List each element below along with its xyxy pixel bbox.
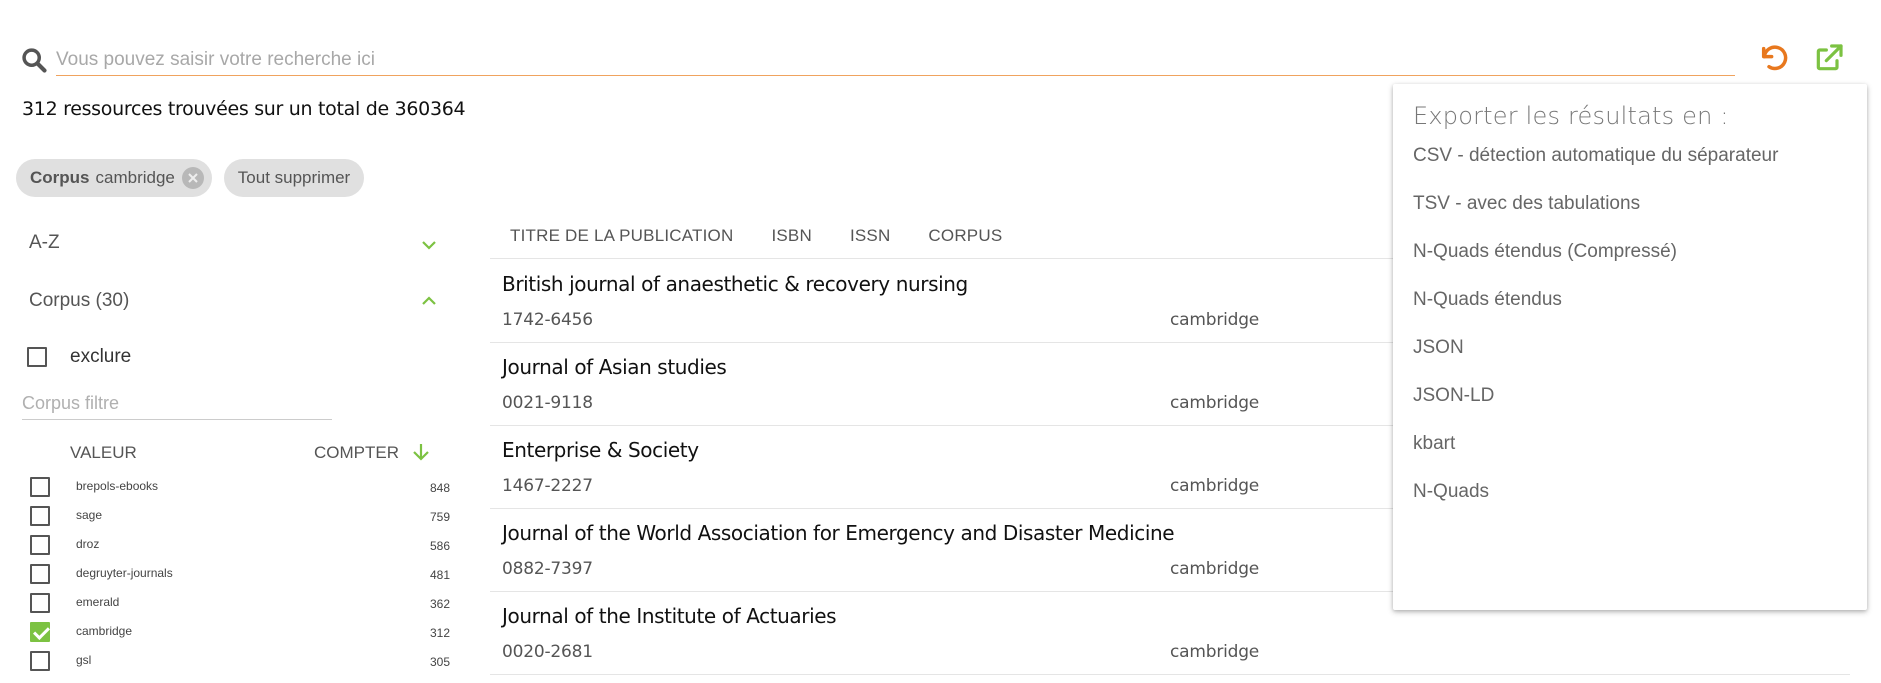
table-header: TITRE DE LA PUBLICATION ISBN ISSN CORPUS bbox=[490, 222, 1040, 258]
search-bar bbox=[20, 40, 1735, 76]
chip-value: cambridge bbox=[95, 168, 175, 187]
facet-checkbox[interactable] bbox=[30, 506, 50, 526]
row-issn: 1467-2227 bbox=[502, 476, 593, 496]
facet-checkbox[interactable] bbox=[30, 564, 50, 584]
column-header-value[interactable]: VALEUR bbox=[70, 443, 137, 463]
row-corpus: cambridge bbox=[1170, 310, 1260, 330]
chevron-down-icon[interactable] bbox=[420, 236, 438, 254]
arrow-down-icon[interactable] bbox=[410, 441, 432, 463]
facet-list: brepols-ebooks 848 sage 759 droz 586 degruyter… bbox=[30, 475, 450, 678]
facet-item-count: 848 bbox=[429, 481, 450, 495]
facet-item[interactable]: degruyter-journals 481 bbox=[30, 562, 450, 591]
exclude-label: exclure bbox=[70, 346, 132, 367]
facet-checkbox[interactable] bbox=[30, 651, 50, 671]
facet-item[interactable]: droz 586 bbox=[30, 533, 450, 562]
chevron-up-icon[interactable] bbox=[420, 292, 438, 310]
row-corpus: cambridge bbox=[1170, 642, 1260, 662]
row-issn: 0882-7397 bbox=[502, 559, 593, 579]
facet-item-name: droz bbox=[76, 537, 100, 551]
facet-item-name: brepols-ebooks bbox=[76, 479, 159, 493]
facet-item-count: 362 bbox=[429, 597, 450, 611]
row-corpus: cambridge bbox=[1170, 476, 1260, 496]
exclude-checkbox[interactable] bbox=[27, 347, 47, 367]
row-title[interactable]: Enterprise & Society bbox=[502, 438, 699, 462]
facet-item-name: sage bbox=[76, 508, 103, 522]
export-option[interactable]: CSV - détection automatique du séparateu… bbox=[1413, 145, 1778, 167]
facet-item[interactable]: gsl 305 bbox=[30, 649, 450, 678]
facet-item-name: degruyter-journals bbox=[76, 566, 173, 580]
export-dropdown: Exporter les résultats en : CSV - détect… bbox=[1393, 84, 1867, 610]
corpus-filter-input[interactable] bbox=[22, 388, 332, 420]
facet-item-count: 586 bbox=[429, 539, 450, 553]
facet-item-count: 759 bbox=[429, 510, 450, 524]
column-header[interactable]: CORPUS bbox=[928, 222, 1002, 258]
chip-key: Corpus bbox=[30, 168, 90, 187]
facet-checkbox[interactable] bbox=[30, 593, 50, 613]
facet-item-name: gsl bbox=[76, 653, 92, 667]
export-option[interactable]: JSON-LD bbox=[1413, 385, 1494, 407]
facet-checkbox[interactable] bbox=[30, 622, 50, 642]
row-title[interactable]: Journal of the World Association for Eme… bbox=[502, 521, 1175, 545]
facet-item[interactable]: cambridge 312 bbox=[30, 620, 450, 649]
export-option[interactable]: TSV - avec des tabulations bbox=[1413, 193, 1640, 215]
result-count-text: 312 ressources trouvées sur un total de … bbox=[22, 98, 466, 120]
row-title[interactable]: Journal of the Institute of Actuaries bbox=[502, 604, 837, 628]
facet-checkbox[interactable] bbox=[30, 535, 50, 555]
reset-icon[interactable] bbox=[1757, 42, 1789, 74]
facet-checkbox[interactable] bbox=[30, 477, 50, 497]
facet-item-name: cambridge bbox=[76, 624, 133, 638]
filter-chip-corpus: Corpus cambridge bbox=[16, 159, 212, 197]
row-issn: 0020-2681 bbox=[502, 642, 593, 662]
column-header[interactable]: TITRE DE LA PUBLICATION bbox=[510, 222, 733, 258]
column-header[interactable]: ISBN bbox=[771, 222, 811, 258]
row-issn: 1742-6456 bbox=[502, 310, 593, 330]
export-option[interactable]: kbart bbox=[1413, 433, 1455, 455]
clear-all-button[interactable]: Tout supprimer bbox=[224, 159, 364, 197]
result-count: 312 ressources trouvées sur un total de … bbox=[22, 96, 466, 120]
facet-item[interactable]: emerald 362 bbox=[30, 591, 450, 620]
export-option[interactable]: N-Quads étendus bbox=[1413, 289, 1562, 311]
facet-item-count: 481 bbox=[429, 568, 450, 582]
facet-item-count: 305 bbox=[429, 655, 450, 669]
export-option[interactable]: N-Quads étendus (Compressé) bbox=[1413, 241, 1677, 263]
clear-all-label: Tout supprimer bbox=[237, 168, 351, 187]
facet-item-count: 312 bbox=[429, 626, 450, 640]
search-icon bbox=[22, 48, 47, 73]
row-corpus: cambridge bbox=[1170, 393, 1260, 413]
facet-corpus-label: Corpus (30) bbox=[29, 290, 130, 311]
export-title: Exporter les résultats en : bbox=[1413, 102, 1729, 130]
row-corpus: cambridge bbox=[1170, 559, 1260, 579]
export-option[interactable]: JSON bbox=[1413, 337, 1464, 359]
export-option[interactable]: N-Quads bbox=[1413, 481, 1489, 503]
facet-item-name: emerald bbox=[76, 595, 120, 609]
row-title[interactable]: British journal of anaesthetic & recover… bbox=[502, 272, 968, 296]
row-title[interactable]: Journal of Asian studies bbox=[502, 355, 727, 379]
facet-az-toggle[interactable]: A-Z bbox=[29, 232, 449, 254]
column-header[interactable]: ISSN bbox=[850, 222, 890, 258]
row-issn: 0021-9118 bbox=[502, 393, 593, 413]
column-header-count[interactable]: COMPTER bbox=[314, 443, 399, 463]
facet-az-label: A-Z bbox=[29, 232, 60, 253]
facet-item[interactable]: brepols-ebooks 848 bbox=[30, 475, 450, 504]
facet-corpus-toggle[interactable]: Corpus (30) bbox=[29, 290, 129, 312]
close-icon[interactable] bbox=[182, 167, 204, 189]
external-link-icon[interactable] bbox=[1813, 42, 1845, 74]
facet-item[interactable]: sage 759 bbox=[30, 504, 450, 533]
search-input[interactable] bbox=[56, 40, 1735, 76]
